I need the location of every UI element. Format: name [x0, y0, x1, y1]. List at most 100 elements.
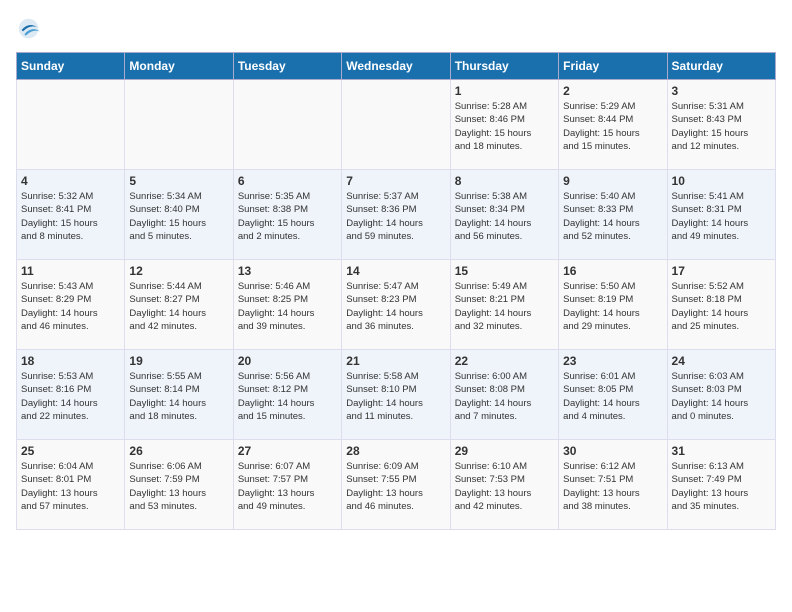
day-number: 9 [563, 174, 662, 188]
day-number: 29 [455, 444, 554, 458]
calendar-cell: 22 Sunrise: 6:00 AM Sunset: 8:08 PM Dayli… [450, 350, 558, 440]
day-info: Sunrise: 5:56 AM Sunset: 8:12 PM Dayligh… [238, 371, 315, 422]
day-number: 1 [455, 84, 554, 98]
header-sunday: Sunday [17, 53, 125, 80]
week-row-3: 11 Sunrise: 5:43 AM Sunset: 8:29 PM Dayli… [17, 260, 776, 350]
calendar-cell: 11 Sunrise: 5:43 AM Sunset: 8:29 PM Dayli… [17, 260, 125, 350]
calendar-cell: 16 Sunrise: 5:50 AM Sunset: 8:19 PM Dayli… [559, 260, 667, 350]
day-info: Sunrise: 5:44 AM Sunset: 8:27 PM Dayligh… [129, 281, 206, 332]
day-number: 5 [129, 174, 228, 188]
calendar-cell: 29 Sunrise: 6:10 AM Sunset: 7:53 PM Dayli… [450, 440, 558, 530]
day-info: Sunrise: 6:13 AM Sunset: 7:49 PM Dayligh… [672, 461, 749, 512]
calendar-table: SundayMondayTuesdayWednesdayThursdayFrid… [16, 52, 776, 530]
day-number: 27 [238, 444, 337, 458]
day-number: 10 [672, 174, 771, 188]
day-number: 16 [563, 264, 662, 278]
day-number: 17 [672, 264, 771, 278]
calendar-cell: 2 Sunrise: 5:29 AM Sunset: 8:44 PM Daylig… [559, 80, 667, 170]
calendar-cell: 27 Sunrise: 6:07 AM Sunset: 7:57 PM Dayli… [233, 440, 341, 530]
day-number: 21 [346, 354, 445, 368]
day-info: Sunrise: 5:43 AM Sunset: 8:29 PM Dayligh… [21, 281, 98, 332]
day-info: Sunrise: 5:32 AM Sunset: 8:41 PM Dayligh… [21, 191, 98, 242]
logo [16, 16, 48, 44]
day-info: Sunrise: 6:01 AM Sunset: 8:05 PM Dayligh… [563, 371, 640, 422]
day-info: Sunrise: 5:49 AM Sunset: 8:21 PM Dayligh… [455, 281, 532, 332]
calendar-cell: 23Sunrise: 6:01 AM Sunset: 8:05 PM Dayli… [559, 350, 667, 440]
day-number: 12 [129, 264, 228, 278]
day-info: Sunrise: 5:47 AM Sunset: 8:23 PM Dayligh… [346, 281, 423, 332]
day-number: 15 [455, 264, 554, 278]
logo-icon [16, 16, 44, 44]
calendar-cell: 9 Sunrise: 5:40 AM Sunset: 8:33 PM Daylig… [559, 170, 667, 260]
calendar-cell: 25Sunrise: 6:04 AM Sunset: 8:01 PM Dayli… [17, 440, 125, 530]
day-number: 28 [346, 444, 445, 458]
day-info: Sunrise: 6:06 AM Sunset: 7:59 PM Dayligh… [129, 461, 206, 512]
day-number: 14 [346, 264, 445, 278]
day-info: Sunrise: 6:00 AM Sunset: 8:08 PM Dayligh… [455, 371, 532, 422]
calendar-cell: 6 Sunrise: 5:35 AM Sunset: 8:38 PM Daylig… [233, 170, 341, 260]
day-number: 25 [21, 444, 120, 458]
day-info: Sunrise: 5:50 AM Sunset: 8:19 PM Dayligh… [563, 281, 640, 332]
calendar-cell: 26 Sunrise: 6:06 AM Sunset: 7:59 PM Dayli… [125, 440, 233, 530]
day-number: 26 [129, 444, 228, 458]
calendar-cell [233, 80, 341, 170]
day-info: Sunrise: 5:31 AM Sunset: 8:43 PM Dayligh… [672, 101, 749, 152]
calendar-cell: 20 Sunrise: 5:56 AM Sunset: 8:12 PM Dayli… [233, 350, 341, 440]
calendar-cell: 12 Sunrise: 5:44 AM Sunset: 8:27 PM Dayli… [125, 260, 233, 350]
calendar-cell: 15 Sunrise: 5:49 AM Sunset: 8:21 PM Dayli… [450, 260, 558, 350]
day-info: Sunrise: 5:29 AM Sunset: 8:44 PM Dayligh… [563, 101, 640, 152]
header-thursday: Thursday [450, 53, 558, 80]
week-row-5: 25Sunrise: 6:04 AM Sunset: 8:01 PM Dayli… [17, 440, 776, 530]
day-number: 19 [129, 354, 228, 368]
calendar-cell: 7 Sunrise: 5:37 AM Sunset: 8:36 PM Daylig… [342, 170, 450, 260]
calendar-cell: 10Sunrise: 5:41 AM Sunset: 8:31 PM Dayli… [667, 170, 775, 260]
day-info: Sunrise: 6:09 AM Sunset: 7:55 PM Dayligh… [346, 461, 423, 512]
day-info: Sunrise: 5:40 AM Sunset: 8:33 PM Dayligh… [563, 191, 640, 242]
calendar-cell: 24 Sunrise: 6:03 AM Sunset: 8:03 PM Dayli… [667, 350, 775, 440]
calendar-cell: 4Sunrise: 5:32 AM Sunset: 8:41 PM Daylig… [17, 170, 125, 260]
day-info: Sunrise: 5:55 AM Sunset: 8:14 PM Dayligh… [129, 371, 206, 422]
header-monday: Monday [125, 53, 233, 80]
header-friday: Friday [559, 53, 667, 80]
calendar-cell: 1 Sunrise: 5:28 AM Sunset: 8:46 PM Daylig… [450, 80, 558, 170]
calendar-cell: 8 Sunrise: 5:38 AM Sunset: 8:34 PM Daylig… [450, 170, 558, 260]
calendar-cell: 21Sunrise: 5:58 AM Sunset: 8:10 PM Dayli… [342, 350, 450, 440]
day-info: Sunrise: 5:53 AM Sunset: 8:16 PM Dayligh… [21, 371, 98, 422]
day-number: 8 [455, 174, 554, 188]
day-number: 2 [563, 84, 662, 98]
page-header [16, 16, 776, 44]
day-info: Sunrise: 5:52 AM Sunset: 8:18 PM Dayligh… [672, 281, 749, 332]
day-number: 31 [672, 444, 771, 458]
day-number: 7 [346, 174, 445, 188]
calendar-cell: 31 Sunrise: 6:13 AM Sunset: 7:49 PM Dayli… [667, 440, 775, 530]
day-number: 18 [21, 354, 120, 368]
day-number: 22 [455, 354, 554, 368]
day-number: 11 [21, 264, 120, 278]
day-number: 30 [563, 444, 662, 458]
day-number: 6 [238, 174, 337, 188]
header-saturday: Saturday [667, 53, 775, 80]
calendar-cell [17, 80, 125, 170]
day-info: Sunrise: 6:07 AM Sunset: 7:57 PM Dayligh… [238, 461, 315, 512]
day-info: Sunrise: 6:03 AM Sunset: 8:03 PM Dayligh… [672, 371, 749, 422]
day-number: 24 [672, 354, 771, 368]
header-row: SundayMondayTuesdayWednesdayThursdayFrid… [17, 53, 776, 80]
day-info: Sunrise: 6:10 AM Sunset: 7:53 PM Dayligh… [455, 461, 532, 512]
calendar-cell: 19 Sunrise: 5:55 AM Sunset: 8:14 PM Dayli… [125, 350, 233, 440]
day-info: Sunrise: 5:37 AM Sunset: 8:36 PM Dayligh… [346, 191, 423, 242]
calendar-cell: 3 Sunrise: 5:31 AM Sunset: 8:43 PM Daylig… [667, 80, 775, 170]
calendar-cell: 18 Sunrise: 5:53 AM Sunset: 8:16 PM Dayli… [17, 350, 125, 440]
calendar-cell: 14 Sunrise: 5:47 AM Sunset: 8:23 PM Dayli… [342, 260, 450, 350]
calendar-cell [125, 80, 233, 170]
calendar-cell: 28 Sunrise: 6:09 AM Sunset: 7:55 PM Dayli… [342, 440, 450, 530]
day-number: 3 [672, 84, 771, 98]
day-number: 13 [238, 264, 337, 278]
day-info: Sunrise: 5:35 AM Sunset: 8:38 PM Dayligh… [238, 191, 315, 242]
day-info: Sunrise: 5:28 AM Sunset: 8:46 PM Dayligh… [455, 101, 532, 152]
calendar-cell: 13Sunrise: 5:46 AM Sunset: 8:25 PM Dayli… [233, 260, 341, 350]
calendar-cell [342, 80, 450, 170]
week-row-2: 4Sunrise: 5:32 AM Sunset: 8:41 PM Daylig… [17, 170, 776, 260]
day-number: 20 [238, 354, 337, 368]
day-info: Sunrise: 6:12 AM Sunset: 7:51 PM Dayligh… [563, 461, 640, 512]
day-info: Sunrise: 5:38 AM Sunset: 8:34 PM Dayligh… [455, 191, 532, 242]
